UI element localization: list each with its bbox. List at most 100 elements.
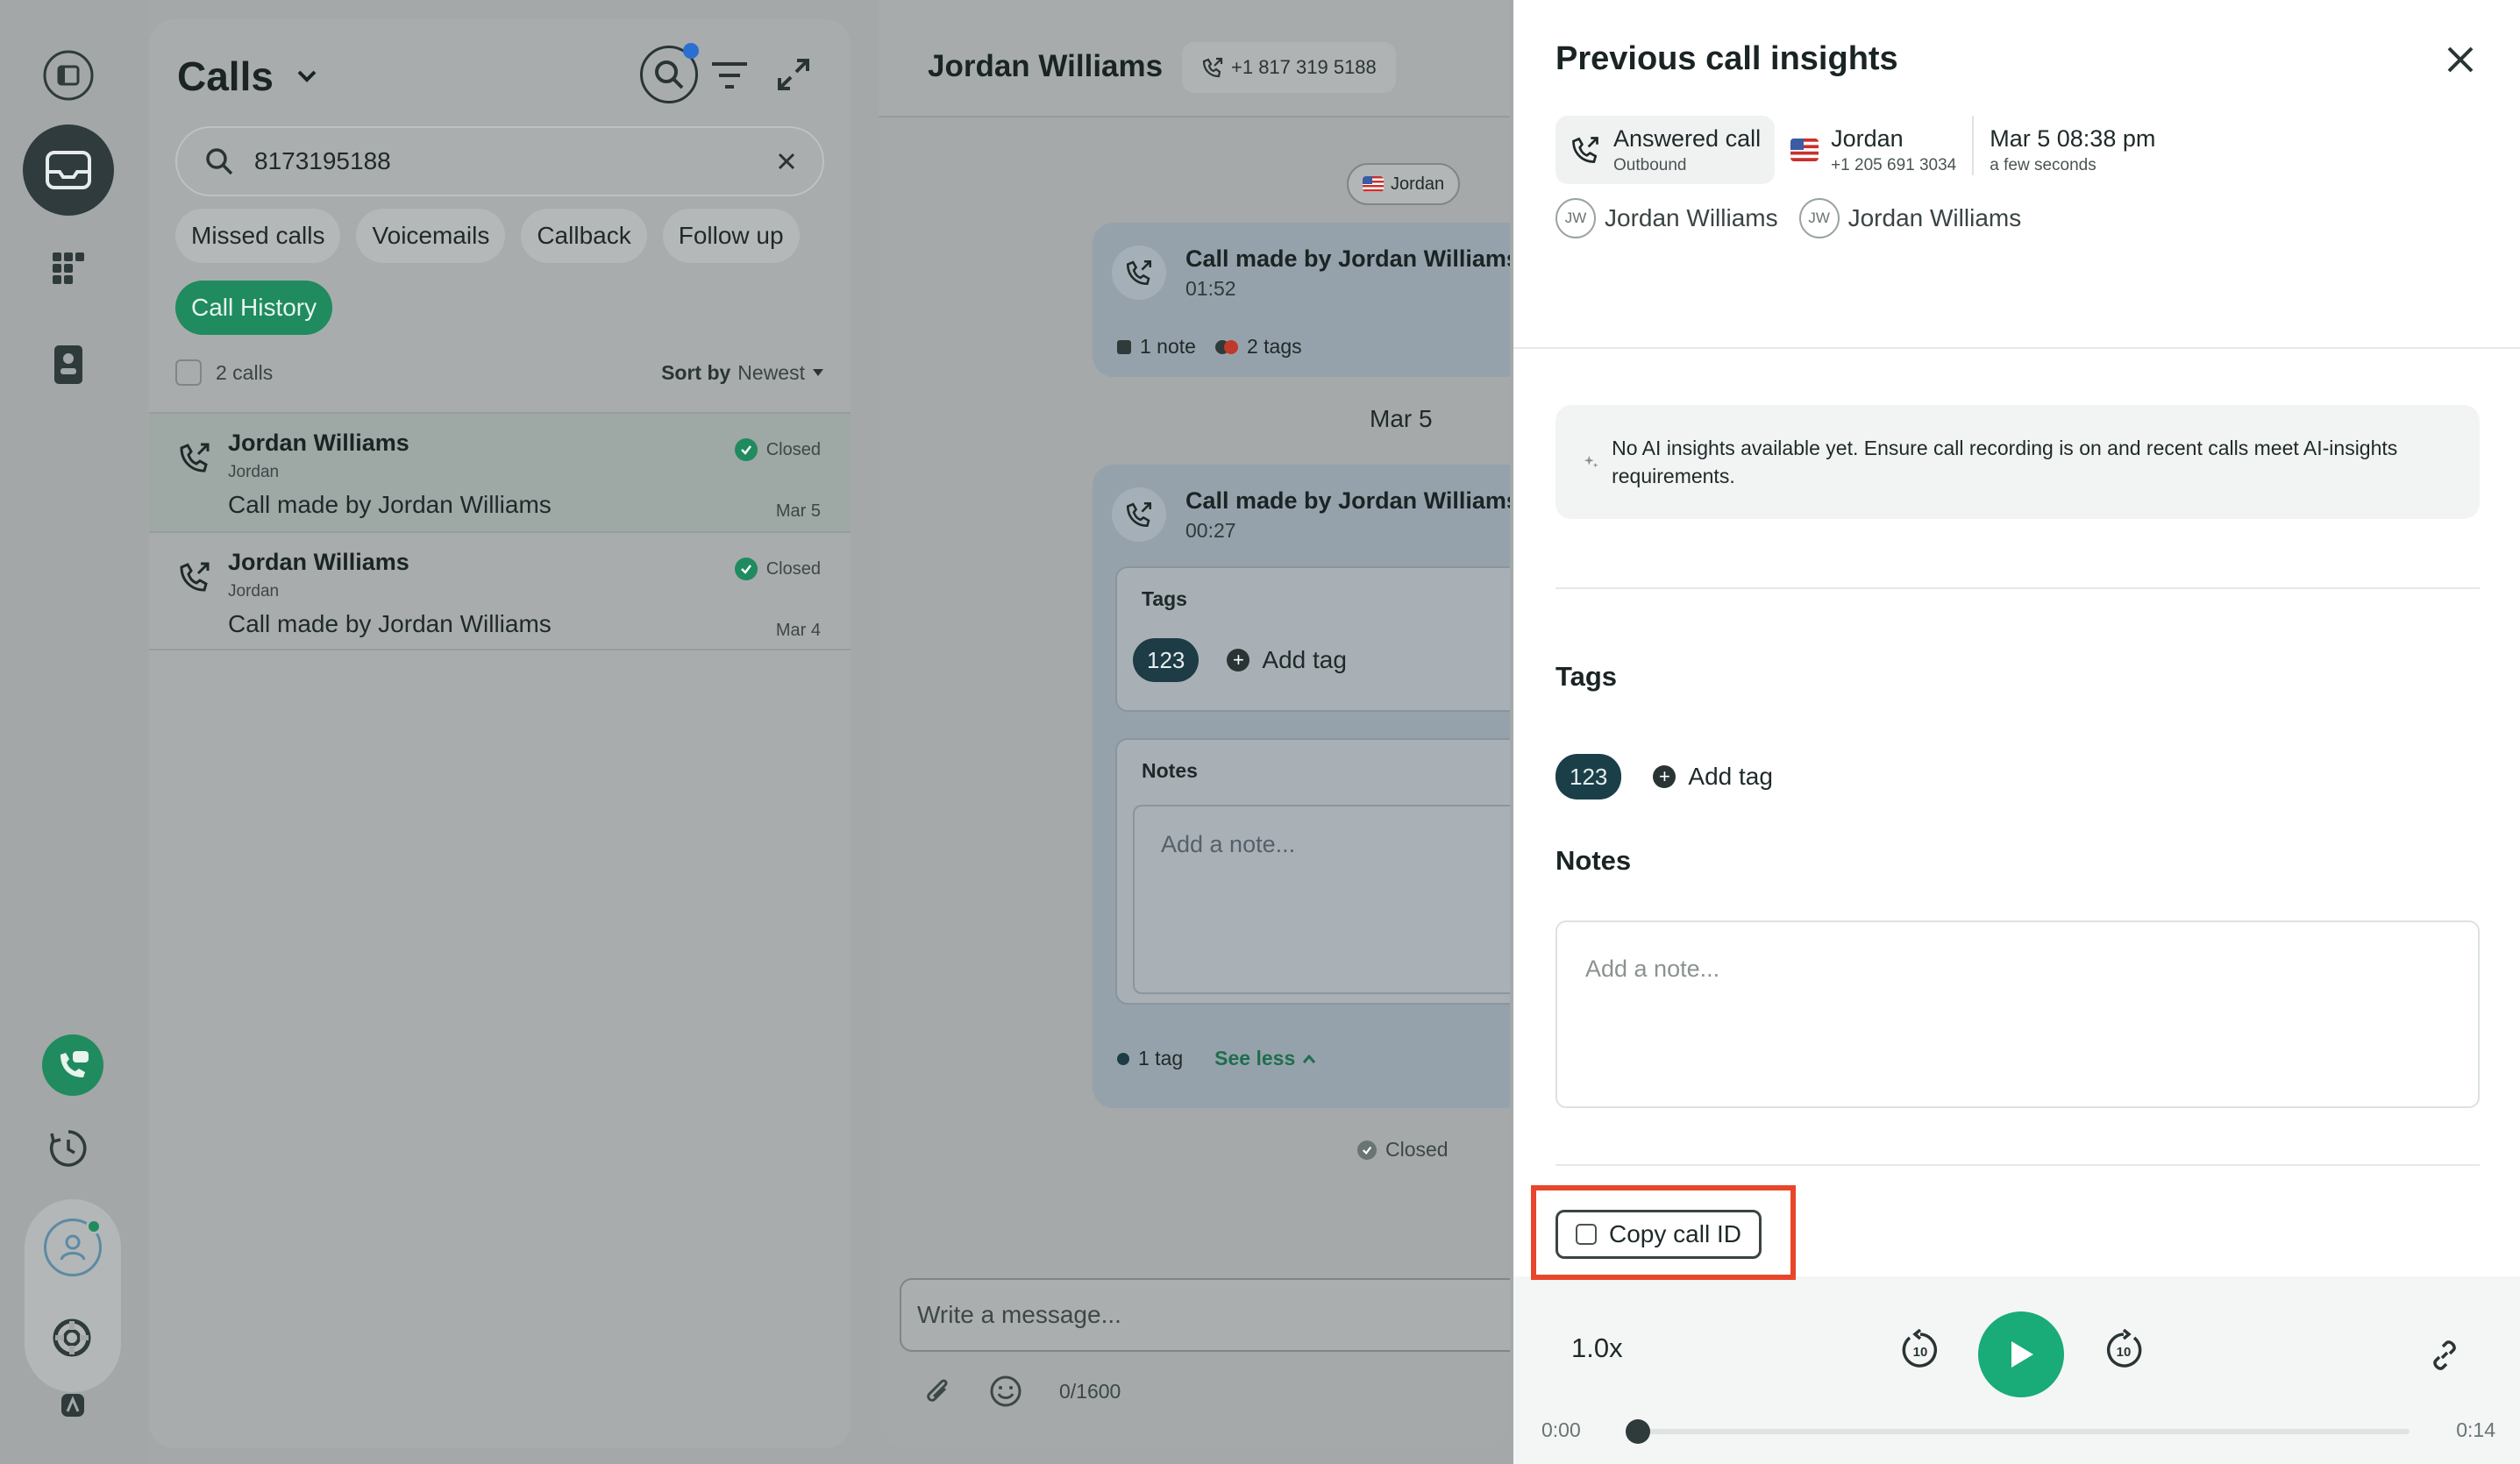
divider (1513, 347, 2520, 349)
chip-call-history[interactable]: Call History (175, 281, 333, 335)
calls-title-dropdown[interactable]: Calls (177, 53, 317, 100)
sidebar-toggle-button[interactable] (23, 30, 114, 121)
note-input[interactable]: Add a note... (1133, 805, 1510, 994)
search-active-dot (683, 43, 699, 59)
call-list-item[interactable]: Jordan Williams Jordan Call made by Jord… (149, 531, 851, 650)
line-number: +1 205 691 3034 (1831, 155, 1957, 174)
date-separator: Mar 5 (1370, 405, 1433, 432)
call-duration: 01:52 (1185, 277, 1236, 300)
contacts-nav-button[interactable] (23, 319, 114, 410)
chevron-up-icon (1303, 1054, 1316, 1063)
paperclip-icon[interactable] (922, 1375, 952, 1408)
profile-avatar[interactable] (44, 1219, 102, 1276)
search-value: 8173195188 (254, 147, 391, 174)
filter-button[interactable] (710, 60, 749, 91)
note-input[interactable]: Add a note... (1555, 920, 2480, 1108)
notes-heading: Notes (1555, 845, 1632, 876)
tags-row: 123 + Add tag (1555, 754, 1773, 800)
outbound-call-icon (180, 443, 210, 473)
tag-pill[interactable]: 123 (1555, 754, 1622, 800)
call-card-title: Call made by Jordan Williams (1185, 487, 1510, 514)
conversation-panel: Jordan Williams +1 817 319 5188 Jordan C… (879, 0, 1510, 1448)
tags-box: Tags 123 + Add tag (1115, 566, 1510, 712)
call-status-button[interactable] (42, 1034, 103, 1096)
call-summary: Answered call Outbound Jordan +1 205 691 3… (1555, 116, 2155, 184)
divider (1555, 1164, 2480, 1166)
calls-title: Calls (177, 53, 274, 99)
search-toggle-button[interactable] (640, 43, 699, 103)
participant-avatar: JW (1798, 198, 1840, 238)
participants: JW Jordan Williams JW Jordan Williams (1555, 198, 2021, 238)
history-icon (50, 1130, 87, 1167)
caller-name: Jordan Williams (228, 549, 409, 575)
sort-value: Newest (737, 360, 805, 384)
contacts-book-icon (54, 345, 82, 384)
clear-search-icon[interactable] (777, 152, 796, 171)
tag-pill[interactable]: 123 (1133, 638, 1199, 682)
sort-dropdown[interactable]: Sort by Newest (661, 361, 824, 385)
conversation-header: Jordan Williams +1 817 319 5188 (879, 0, 1510, 117)
inbox-nav-button[interactable] (23, 124, 114, 216)
expand-button[interactable] (775, 56, 812, 93)
link-icon[interactable] (2425, 1336, 2464, 1375)
call-icon-circle (1112, 487, 1166, 542)
contact-phone: +1 817 319 5188 (1231, 56, 1377, 78)
see-less-link[interactable]: See less (1214, 1047, 1316, 1070)
closed-text: Closed (1385, 1138, 1449, 1161)
close-icon[interactable] (2446, 46, 2474, 74)
progress-track[interactable] (1629, 1429, 2410, 1434)
history-nav-button[interactable] (23, 1103, 114, 1194)
message-input[interactable]: Write a message... (900, 1278, 1510, 1352)
filter-chips: Missed calls Voicemails Callback Follow … (175, 209, 833, 335)
chip-voicemails[interactable]: Voicemails (356, 209, 506, 263)
notes-count: 1 note (1140, 335, 1196, 358)
add-tag-button[interactable]: + Add tag (1653, 763, 1773, 791)
expand-icon (778, 59, 809, 90)
call-description: Call made by Jordan Williams (228, 610, 552, 637)
drawer-title: Previous call insights (1555, 40, 1898, 77)
dialpad-nav-button[interactable] (23, 223, 114, 314)
chip-missed-calls[interactable]: Missed calls (175, 209, 341, 263)
tags-heading: Tags (1555, 661, 1618, 692)
calls-search-input[interactable]: 8173195188 (175, 126, 824, 196)
character-count: 0/1600 (1059, 1379, 1121, 1403)
ai-insights-notice: No AI insights available yet. Ensure cal… (1555, 405, 2480, 519)
check-icon (1357, 1140, 1377, 1160)
emoji-icon[interactable] (989, 1375, 1022, 1408)
line-pill-label: Jordan (1391, 174, 1445, 194)
outbound-call-icon (1202, 57, 1223, 78)
chip-callback[interactable]: Callback (521, 209, 647, 263)
online-status-dot (86, 1219, 102, 1234)
select-all-checkbox[interactable] (175, 359, 202, 386)
help-nav-button[interactable] (28, 1294, 116, 1382)
contact-phone-button[interactable]: +1 817 319 5188 (1182, 42, 1396, 93)
play-button[interactable] (1978, 1311, 2064, 1397)
divider (1972, 116, 1975, 175)
copy-call-id-button[interactable]: Copy call ID (1555, 1210, 1762, 1259)
outbound-call-icon (1126, 501, 1152, 528)
sparkle-icon (1584, 455, 1598, 468)
call-list-item[interactable]: Jordan Williams Jordan Call made by Jord… (149, 412, 851, 531)
playback-speed-button[interactable]: 1.0x (1571, 1333, 1623, 1364)
progress-knob[interactable] (1626, 1419, 1650, 1444)
message-toolbar: 0/1600 (922, 1375, 1121, 1408)
chip-follow-up[interactable]: Follow up (662, 209, 800, 263)
audio-player: 1.0x 10 10 0:00 0:14 (1513, 1276, 2520, 1464)
inbox-icon (46, 151, 91, 189)
skip-back-icon[interactable]: 10 (1899, 1329, 1941, 1371)
call-date: Mar 5 08:38 pm (1990, 124, 2156, 152)
status-badge: Closed (734, 438, 821, 461)
call-date: Mar 5 (775, 501, 821, 521)
call-card[interactable]: Call made by Jordan Williams 01:52 1 not… (1093, 223, 1510, 377)
call-card[interactable]: Call made by Jordan Williams 00:27 Tags … (1093, 465, 1510, 1108)
call-relative-time: a few seconds (1990, 155, 2096, 174)
app-logo-icon (61, 1394, 84, 1417)
add-tag-button[interactable]: + Add tag (1227, 646, 1347, 674)
call-description: Call made by Jordan Williams (228, 491, 552, 518)
notes-box: Notes Add a note... (1115, 738, 1510, 1005)
skip-forward-icon[interactable]: 10 (2103, 1329, 2145, 1371)
divider (1555, 587, 2480, 589)
dialpad-icon (53, 252, 84, 284)
participant: JW Jordan Williams (1798, 198, 2021, 238)
call-card-meta: 1 tag See less (1117, 1047, 1316, 1070)
